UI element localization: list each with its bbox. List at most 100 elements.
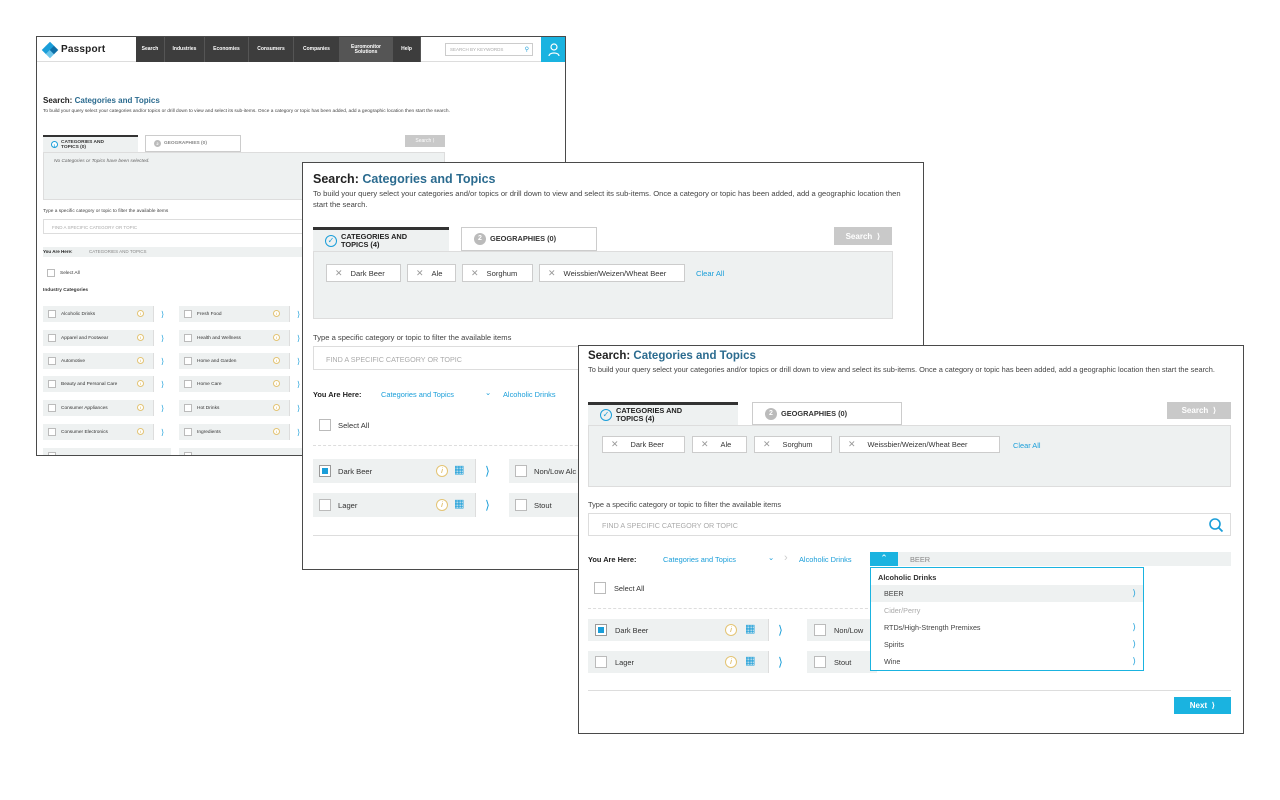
tab-geographies[interactable]: 2 GEOGRAPHIES (0): [145, 135, 241, 152]
close-icon[interactable]: ✕: [548, 268, 556, 279]
chevron-right-icon[interactable]: ⟩: [768, 619, 792, 641]
chevron-right-icon[interactable]: ⟩: [153, 306, 171, 322]
next-button[interactable]: Next ⟩: [1174, 697, 1231, 714]
breadcrumb-categories[interactable]: Categories and Topics: [663, 555, 736, 564]
hierarchy-icon[interactable]: ▦: [745, 655, 758, 668]
dropdown-option-wine[interactable]: Wine ⟩: [871, 653, 1143, 670]
info-icon[interactable]: i: [725, 656, 737, 668]
close-icon[interactable]: ✕: [701, 439, 709, 450]
tab-geographies[interactable]: 2 GEOGRAPHIES (0): [752, 402, 902, 425]
list-item[interactable]: Lager i ▦ ⟩: [588, 651, 792, 673]
category-row[interactable]: Alcoholic Drinks i ⟩: [43, 306, 171, 322]
search-icon[interactable]: ⚲: [525, 46, 529, 53]
close-icon[interactable]: ✕: [416, 268, 424, 279]
list-item[interactable]: Lager i ▦ ⟩: [313, 493, 499, 517]
chevron-up-icon[interactable]: ⌃: [870, 552, 898, 566]
tab-categories-and-topics[interactable]: ✓ CATEGORIES AND TOPICS (4): [588, 402, 738, 425]
list-item[interactable]: Non/Low Alc: [509, 459, 589, 483]
search-button[interactable]: Search ⟩: [834, 227, 892, 245]
list-item[interactable]: Stout: [807, 651, 877, 673]
search-button[interactable]: Search ⟩: [405, 135, 445, 147]
nav-help[interactable]: Help: [393, 37, 421, 62]
close-icon[interactable]: ✕: [471, 268, 479, 279]
category-row[interactable]: Beauty and Personal Care i ⟩: [43, 376, 171, 392]
close-icon[interactable]: ✕: [763, 439, 771, 450]
close-icon[interactable]: ✕: [611, 439, 619, 450]
breadcrumb-categories[interactable]: CATEGORIES AND TOPICS: [89, 249, 147, 254]
nav-companies[interactable]: Companies: [294, 37, 340, 62]
info-icon[interactable]: i: [273, 357, 280, 364]
breadcrumb-alcoholic-drinks[interactable]: Alcoholic Drinks: [503, 390, 556, 399]
nav-consumers[interactable]: Consumers: [249, 37, 294, 62]
nav-economies[interactable]: Economies: [205, 37, 249, 62]
close-icon[interactable]: ✕: [848, 439, 856, 450]
hierarchy-icon[interactable]: ▦: [454, 498, 467, 511]
dropdown-option-spirits[interactable]: Spirits ⟩: [871, 636, 1143, 653]
selected-chip[interactable]: ✕ Weissbier/Weizen/Wheat Beer: [839, 436, 1000, 453]
hierarchy-icon[interactable]: ▦: [454, 464, 467, 477]
passport-logo[interactable]: Passport: [41, 41, 105, 58]
dropdown-option-rtds[interactable]: RTDs/High-Strength Premixes ⟩: [871, 619, 1143, 636]
filter-input[interactable]: FIND A SPECIFIC CATEGORY OR TOPIC: [313, 346, 613, 370]
category-row[interactable]: [43, 448, 171, 455]
category-row[interactable]: [179, 448, 307, 455]
selected-chip[interactable]: ✕ Ale: [407, 264, 456, 282]
info-icon[interactable]: i: [273, 334, 280, 341]
category-row[interactable]: Consumer Appliances i ⟩: [43, 400, 171, 416]
selected-chip[interactable]: ✕ Sorghum: [754, 436, 832, 453]
category-row[interactable]: Ingredients i ⟩: [179, 424, 307, 440]
dropdown-option-cider[interactable]: Cider/Perry: [871, 602, 1143, 619]
chevron-right-icon[interactable]: ⟩: [768, 651, 792, 673]
selected-chip[interactable]: ✕ Sorghum: [462, 264, 533, 282]
nav-euromonitor-solutions[interactable]: Euromonitor Solutions: [340, 37, 393, 62]
category-row[interactable]: Consumer Electronics i ⟩: [43, 424, 171, 440]
info-icon[interactable]: i: [725, 624, 737, 636]
info-icon[interactable]: i: [137, 357, 144, 364]
keyword-search-input[interactable]: SEARCH BY KEYWORDS ⚲: [445, 43, 533, 56]
list-item[interactable]: Dark Beer i ▦ ⟩: [588, 619, 792, 641]
filter-input[interactable]: FIND A SPECIFIC CATEGORY OR TOPIC: [43, 219, 343, 234]
breadcrumb-categories[interactable]: Categories and Topics: [381, 390, 454, 399]
info-icon[interactable]: i: [137, 334, 144, 341]
selected-chip[interactable]: ✕ Dark Beer: [602, 436, 685, 453]
category-row[interactable]: Health and Wellness i ⟩: [179, 330, 307, 346]
info-icon[interactable]: i: [137, 428, 144, 435]
category-row[interactable]: Fresh Food i ⟩: [179, 306, 307, 322]
select-all-checkbox[interactable]: Select All: [319, 419, 369, 431]
category-row[interactable]: Apparel and Footwear i ⟩: [43, 330, 171, 346]
list-item[interactable]: Stout: [509, 493, 589, 517]
breadcrumb-alcoholic-drinks[interactable]: Alcoholic Drinks: [799, 555, 852, 564]
chevron-right-icon[interactable]: ⟩: [475, 459, 499, 483]
category-row[interactable]: Automotive i ⟩: [43, 353, 171, 369]
chevron-down-icon[interactable]: ⌄: [768, 553, 774, 562]
dropdown-option-beer[interactable]: BEER ⟩: [871, 585, 1143, 602]
nav-industries[interactable]: Industries: [165, 37, 205, 62]
category-row[interactable]: Home Care i ⟩: [179, 376, 307, 392]
chevron-right-icon[interactable]: ⟩: [153, 424, 171, 440]
selected-chip[interactable]: ✕ Ale: [692, 436, 747, 453]
tab-categories-and-topics[interactable]: ✓ CATEGORIES AND TOPICS (4): [313, 227, 449, 251]
info-icon[interactable]: i: [137, 310, 144, 317]
chevron-right-icon[interactable]: ⟩: [153, 400, 171, 416]
tab-categories-and-topics[interactable]: 1 CATEGORIES AND TOPICS (0): [43, 135, 138, 152]
search-icon[interactable]: [1208, 517, 1224, 533]
selected-chip[interactable]: ✕ Dark Beer: [326, 264, 401, 282]
clear-all-link[interactable]: Clear All: [696, 269, 724, 278]
tab-geographies[interactable]: 2 GEOGRAPHIES (0): [461, 227, 597, 251]
list-item[interactable]: Dark Beer i ▦ ⟩: [313, 459, 499, 483]
info-icon[interactable]: i: [273, 428, 280, 435]
info-icon[interactable]: i: [137, 380, 144, 387]
chevron-right-icon[interactable]: ⟩: [153, 330, 171, 346]
search-button[interactable]: Search ⟩: [1167, 402, 1231, 419]
chevron-right-icon[interactable]: ⟩: [153, 353, 171, 369]
hierarchy-icon[interactable]: ▦: [745, 623, 758, 636]
info-icon[interactable]: i: [273, 310, 280, 317]
close-icon[interactable]: ✕: [335, 268, 343, 279]
info-icon[interactable]: i: [273, 380, 280, 387]
selected-chip[interactable]: ✕ Weissbier/Weizen/Wheat Beer: [539, 264, 685, 282]
info-icon[interactable]: i: [273, 404, 280, 411]
info-icon[interactable]: i: [436, 465, 448, 477]
select-all-checkbox[interactable]: Select All: [594, 582, 644, 594]
nav-search[interactable]: Search: [136, 37, 165, 62]
chevron-right-icon[interactable]: ⟩: [153, 376, 171, 392]
